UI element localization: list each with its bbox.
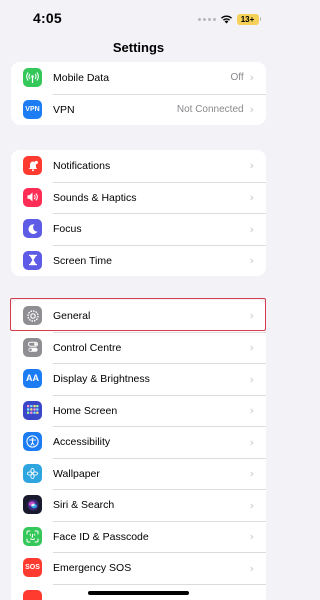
row-label: Mobile Data (53, 71, 110, 84)
row-label: Focus (53, 223, 82, 236)
row-label: General (53, 309, 91, 322)
chevron-right-icon: › (249, 530, 254, 544)
status-icons: 13+ (197, 12, 261, 26)
chevron-right-icon: › (249, 498, 254, 512)
hourglass-icon (23, 250, 42, 270)
settings-row-vpn[interactable]: VPN VPN Not Connected › (11, 93, 266, 126)
page-title: Settings (112, 40, 165, 55)
wifi-icon (220, 14, 233, 24)
chevron-right-icon: › (249, 561, 254, 575)
chevron-right-icon: › (249, 341, 254, 355)
face-id-icon (23, 526, 42, 546)
settings-row-display-brightness[interactable]: AA Display & Brightness › (11, 363, 266, 395)
settings-row-sounds-haptics[interactable]: Sounds & Haptics › (11, 181, 266, 214)
chevron-right-icon: › (249, 222, 254, 236)
row-label: Sounds & Haptics (53, 191, 137, 204)
antenna-icon (23, 68, 42, 88)
chevron-right-icon: › (249, 435, 254, 449)
chevron-right-icon: › (249, 372, 254, 386)
settings-row-control-centre[interactable]: Control Centre › (11, 331, 266, 364)
siri-icon (23, 495, 42, 515)
chevron-right-icon: › (249, 309, 254, 323)
row-label: Accessibility (53, 436, 111, 449)
row-label: Control Centre (53, 341, 122, 354)
accessibility-icon (23, 432, 42, 452)
chevron-right-icon: › (249, 467, 254, 481)
sos-icon: SOS (23, 558, 42, 578)
chevron-right-icon: › (249, 254, 254, 268)
chevron-right-icon: › (249, 71, 254, 85)
connectivity-group: Mobile Data Off › VPN VPN Not Connected … (11, 62, 266, 125)
chevron-right-icon: › (249, 191, 254, 205)
toggles-icon (23, 337, 42, 357)
settings-row-emergency-sos[interactable]: SOS Emergency SOS › (11, 552, 266, 584)
gear-icon (23, 306, 42, 326)
moon-icon (23, 219, 42, 239)
bell-icon (23, 156, 42, 176)
settings-row-screen-time[interactable]: Screen Time › (11, 244, 266, 277)
row-label: Siri & Search (53, 499, 115, 512)
vpn-icon: VPN (23, 99, 42, 119)
row-label: Wallpaper (53, 467, 100, 480)
cellular-signal-icon (197, 17, 216, 21)
row-label: Notifications (53, 159, 111, 172)
settings-row-wallpaper[interactable]: Wallpaper › (11, 457, 266, 490)
battery-cap (259, 17, 261, 21)
row-label: Face ID & Passcode (53, 530, 149, 543)
home-indicator (88, 591, 189, 595)
battery-indicator: 13+ (236, 13, 259, 25)
speaker-icon (23, 187, 42, 207)
settings-row-notifications[interactable]: Notifications › (11, 150, 266, 182)
status-bar: 4:05 13+ (0, 0, 277, 36)
settings-row-focus[interactable]: Focus › (11, 213, 266, 245)
row-label: Screen Time (53, 254, 112, 267)
settings-row-accessibility[interactable]: Accessibility › (11, 426, 266, 458)
chevron-right-icon: › (249, 103, 254, 117)
row-label: Emergency SOS (53, 562, 132, 575)
settings-row-general[interactable]: General › (11, 300, 266, 332)
flower-icon (23, 463, 42, 483)
settings-row-mobile-data[interactable]: Mobile Data Off › (11, 62, 266, 94)
app-grid-icon (23, 400, 42, 420)
text-size-icon: AA (23, 369, 42, 389)
partial-row-icon (23, 589, 42, 600)
row-label: Display & Brightness (53, 373, 150, 386)
system-group: General › Control Centre › AA Display & … (11, 300, 266, 600)
settings-row-siri-search[interactable]: Siri & Search › (11, 489, 266, 521)
alerts-group: Notifications › Sounds & Haptics › Focus… (11, 150, 266, 276)
chevron-right-icon: › (249, 159, 254, 173)
chevron-right-icon: › (249, 404, 254, 418)
settings-row-face-id-passcode[interactable]: Face ID & Passcode › (11, 520, 266, 553)
row-label: Home Screen (53, 404, 118, 417)
settings-row-home-screen[interactable]: Home Screen › (11, 394, 266, 427)
row-value: Not Connected (176, 104, 244, 116)
row-value: Off (230, 72, 244, 84)
row-label: VPN (53, 103, 75, 116)
status-time: 4:05 (33, 10, 62, 26)
